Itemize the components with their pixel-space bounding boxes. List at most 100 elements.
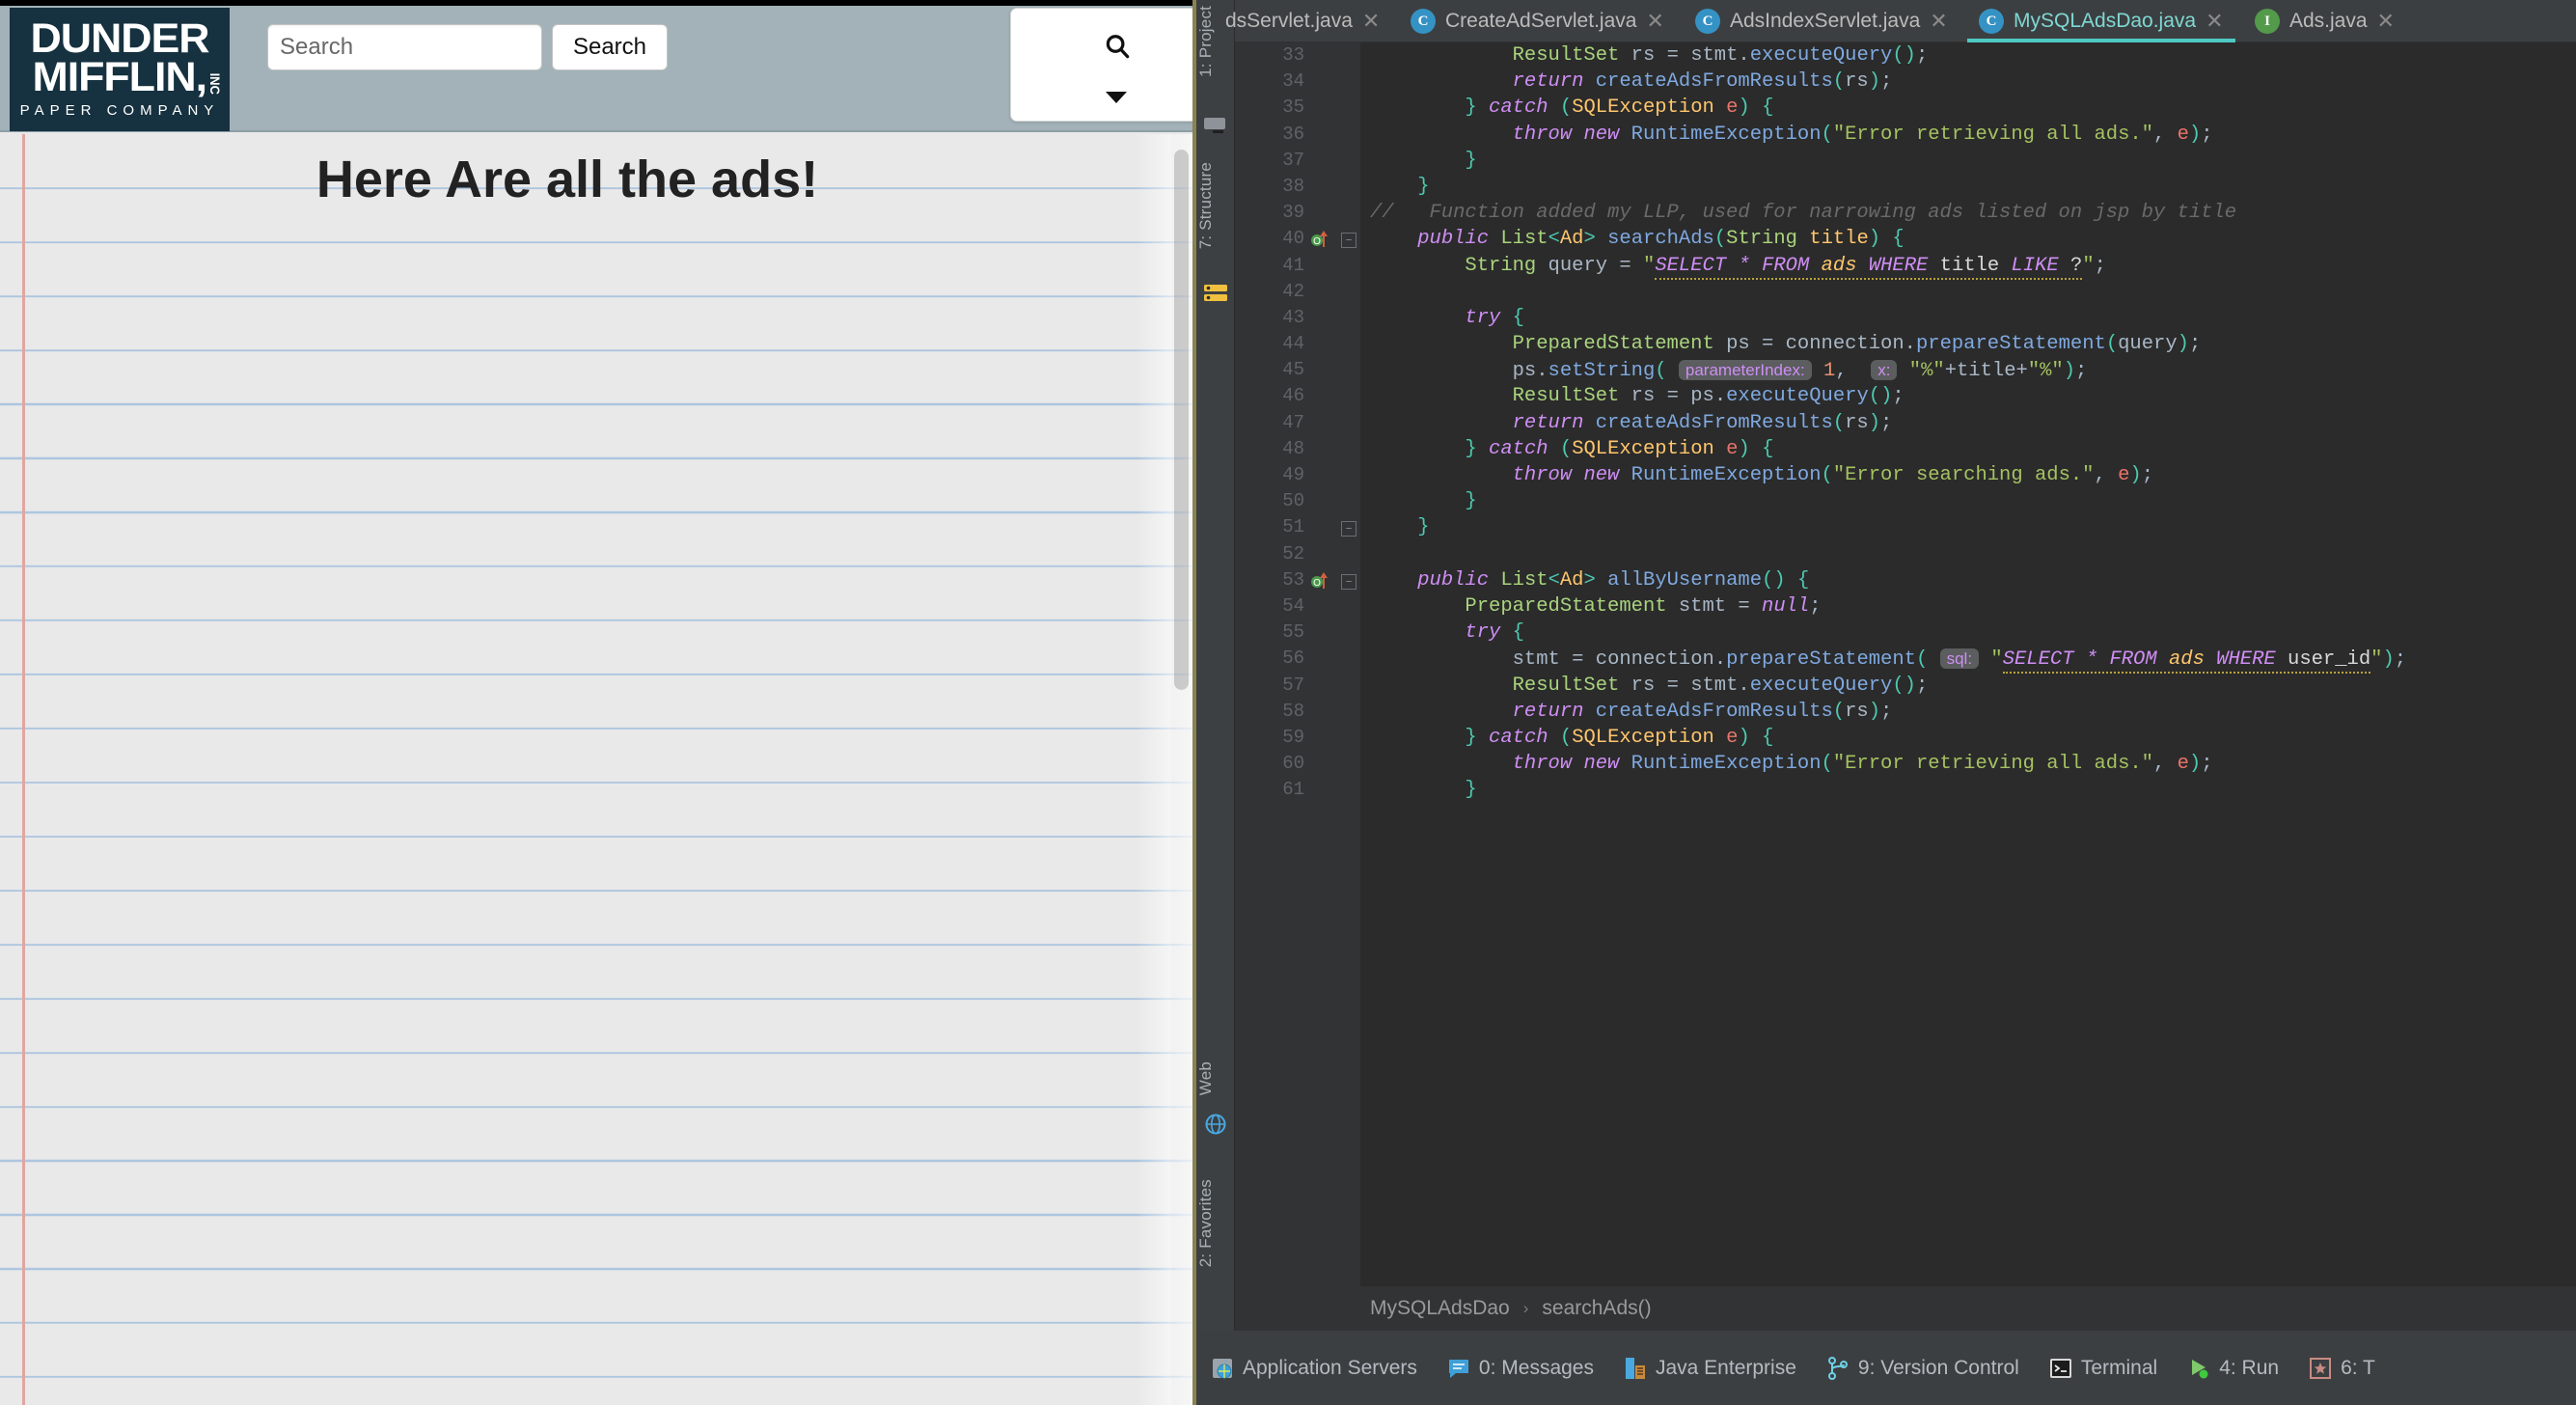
java-enterprise-icon xyxy=(1623,1356,1648,1381)
status-item-run[interactable]: 4: Run xyxy=(2186,1356,2279,1381)
search-button[interactable]: Search xyxy=(552,24,668,70)
sidebar-item-favorites[interactable]: 2: Favorites xyxy=(1196,1179,1235,1267)
code-line[interactable]: 45 ps.setString( parameterIndex: 1, x: "… xyxy=(1235,357,2576,383)
status-item-terminal[interactable]: Terminal xyxy=(2048,1356,2157,1381)
ad-card xyxy=(0,372,1192,399)
code-line[interactable]: 54 PreparedStatement stmt = null; xyxy=(1235,593,2576,620)
code-line[interactable]: 51 – } xyxy=(1235,514,2576,540)
screen: DUNDER MIFFLIN, INC PAPER COMPANY Search xyxy=(0,0,2576,1405)
code-line[interactable]: 41 String query = "SELECT * FROM ads WHE… xyxy=(1235,253,2576,280)
code-line[interactable]: 49 throw new RuntimeException("Error sea… xyxy=(1235,462,2576,488)
code-line[interactable]: 33 ResultSet rs = stmt.executeQuery(); xyxy=(1235,42,2576,69)
sidebar-item-web[interactable]: Web xyxy=(1196,1061,1235,1095)
code-editor[interactable]: 33 ResultSet rs = stmt.executeQuery(); 34… xyxy=(1235,42,2576,1286)
code-line[interactable]: 60 throw new RuntimeException("Error ret… xyxy=(1235,751,2576,777)
status-item-java-enterprise[interactable]: Java Enterprise xyxy=(1623,1356,1796,1381)
line-number: 42 xyxy=(1282,280,1304,302)
search-dropdown-panel[interactable] xyxy=(1010,8,1192,122)
tab-label: AdsIndexServlet.java xyxy=(1730,10,1921,32)
version-control-icon xyxy=(1825,1356,1850,1381)
ad-card xyxy=(0,420,1192,446)
close-icon[interactable]: ✕ xyxy=(2206,9,2223,34)
code-lines[interactable]: 33 ResultSet rs = stmt.executeQuery(); 34… xyxy=(1235,42,2576,1286)
status-item-label: Terminal xyxy=(2080,1357,2158,1379)
tab-adsindexservlet-java[interactable]: C AdsIndexServlet.java ✕ xyxy=(1684,0,1959,42)
code-line[interactable]: 48 } catch (SQLException e) { xyxy=(1235,436,2576,462)
code-text: return createAdsFromResults(rs); xyxy=(1512,70,1893,94)
logo-line-2: MIFFLIN, INC xyxy=(33,56,223,97)
svg-text:O: O xyxy=(1313,236,1321,247)
code-text: } xyxy=(1417,175,1430,198)
code-line[interactable]: 58 return createAdsFromResults(rs); xyxy=(1235,699,2576,725)
code-text: PreparedStatement ps = connection.prepar… xyxy=(1512,333,2202,356)
close-icon[interactable]: ✕ xyxy=(1362,9,1380,34)
dunder-mifflin-logo: DUNDER MIFFLIN, INC PAPER COMPANY xyxy=(10,8,230,131)
sidebar-item-structure[interactable]: 7: Structure xyxy=(1196,162,1235,249)
breadcrumb-class[interactable]: MySQLAdsDao xyxy=(1370,1297,1510,1320)
browser-scrollbar-thumb[interactable] xyxy=(1174,150,1189,690)
status-item-messages[interactable]: 0: Messages xyxy=(1446,1356,1594,1381)
tab-dsservlet-java[interactable]: dsServlet.java ✕ xyxy=(1214,0,1391,42)
breadcrumb[interactable]: MySQLAdsDao › searchAds() xyxy=(1235,1286,2576,1331)
close-icon[interactable]: ✕ xyxy=(2377,9,2395,34)
code-line[interactable]: 37 } xyxy=(1235,148,2576,174)
tab-createadservlet-java[interactable]: C CreateAdServlet.java ✕ xyxy=(1399,0,1676,42)
code-line[interactable]: 44 PreparedStatement ps = connection.pre… xyxy=(1235,331,2576,357)
ads-list xyxy=(0,231,1192,446)
code-line[interactable]: 59 } catch (SQLException e) { xyxy=(1235,725,2576,751)
code-line[interactable]: 52 xyxy=(1235,541,2576,567)
status-item-application-servers[interactable]: Application Servers xyxy=(1210,1356,1417,1381)
close-icon[interactable]: ✕ xyxy=(1646,9,1663,34)
globe-icon xyxy=(1203,1112,1228,1135)
code-line[interactable]: 47 return createAdsFromResults(rs); xyxy=(1235,410,2576,436)
code-fold-toggle[interactable]: – xyxy=(1341,573,1357,590)
line-number: 59 xyxy=(1282,726,1304,748)
code-line[interactable]: 53 O – public List<Ad> allByUsername() { xyxy=(1235,567,2576,593)
tab-mysqladsdao-java[interactable]: C MySQLAdsDao.java ✕ xyxy=(1967,0,2235,42)
code-fold-toggle[interactable]: – xyxy=(1341,233,1357,249)
logo-line-2-text: MIFFLIN, xyxy=(32,53,207,100)
code-text: throw new RuntimeException("Error search… xyxy=(1512,464,2154,486)
project-folder-icon xyxy=(1203,114,1228,137)
code-fold-toggle[interactable]: – xyxy=(1341,521,1357,537)
code-line[interactable]: 46 ResultSet rs = ps.executeQuery(); xyxy=(1235,383,2576,409)
code-line[interactable]: 36 throw new RuntimeException("Error ret… xyxy=(1235,122,2576,148)
run-icon xyxy=(2186,1356,2211,1381)
messages-icon xyxy=(1446,1356,1471,1381)
notebook-paper: Here Are all the ads! xyxy=(0,134,1192,1405)
code-line[interactable]: 40 O – public List<Ad> searchAds(String ti… xyxy=(1235,226,2576,252)
code-line[interactable]: 34 return createAdsFromResults(rs); xyxy=(1235,69,2576,95)
todo-icon xyxy=(2308,1356,2333,1381)
page-title: Here Are all the ads! xyxy=(315,151,819,208)
line-number: 53 xyxy=(1282,568,1304,591)
tab-label: dsServlet.java xyxy=(1225,10,1353,32)
search-icon[interactable] xyxy=(1103,32,1132,61)
line-number: 41 xyxy=(1282,254,1304,276)
status-item-version-control[interactable]: 9: Version Control xyxy=(1825,1356,2019,1381)
override-marker-icon[interactable]: O xyxy=(1310,571,1331,591)
code-line[interactable]: 39 // Function added my LLP, used for nar… xyxy=(1235,200,2576,226)
code-line[interactable]: 56 stmt = connection.prepareStatement( s… xyxy=(1235,646,2576,675)
line-number: 38 xyxy=(1282,175,1304,197)
browser-scrollbar[interactable] xyxy=(1171,134,1192,1405)
close-icon[interactable]: ✕ xyxy=(1930,9,1947,34)
code-text: ResultSet rs = stmt.executeQuery(); xyxy=(1512,674,1929,697)
interface-icon: I xyxy=(2255,9,2280,34)
code-line[interactable]: 38 } xyxy=(1235,174,2576,200)
class-icon: C xyxy=(1411,9,1436,34)
tab-ads-java[interactable]: I Ads.java ✕ xyxy=(2243,0,2406,42)
code-line[interactable]: 55 try { xyxy=(1235,620,2576,646)
status-item-t[interactable]: 6: T xyxy=(2308,1356,2375,1381)
code-line[interactable]: 43 try { xyxy=(1235,305,2576,331)
code-line[interactable]: 57 ResultSet rs = stmt.executeQuery(); xyxy=(1235,673,2576,699)
breadcrumb-method[interactable]: searchAds() xyxy=(1542,1297,1651,1320)
intellij-window: 1: Project 7: Structure Web 2: Favorites… xyxy=(1192,0,2576,1405)
search-input[interactable] xyxy=(267,24,542,70)
code-line[interactable]: 42 xyxy=(1235,279,2576,305)
status-bar: Application Servers 0: Messages Java Enter… xyxy=(1192,1331,2576,1405)
code-line[interactable]: 61 } xyxy=(1235,777,2576,803)
chevron-down-icon[interactable] xyxy=(1106,92,1127,103)
code-line[interactable]: 50 } xyxy=(1235,488,2576,514)
override-marker-icon[interactable]: O xyxy=(1310,230,1331,249)
code-line[interactable]: 35 } catch (SQLException e) { xyxy=(1235,95,2576,121)
